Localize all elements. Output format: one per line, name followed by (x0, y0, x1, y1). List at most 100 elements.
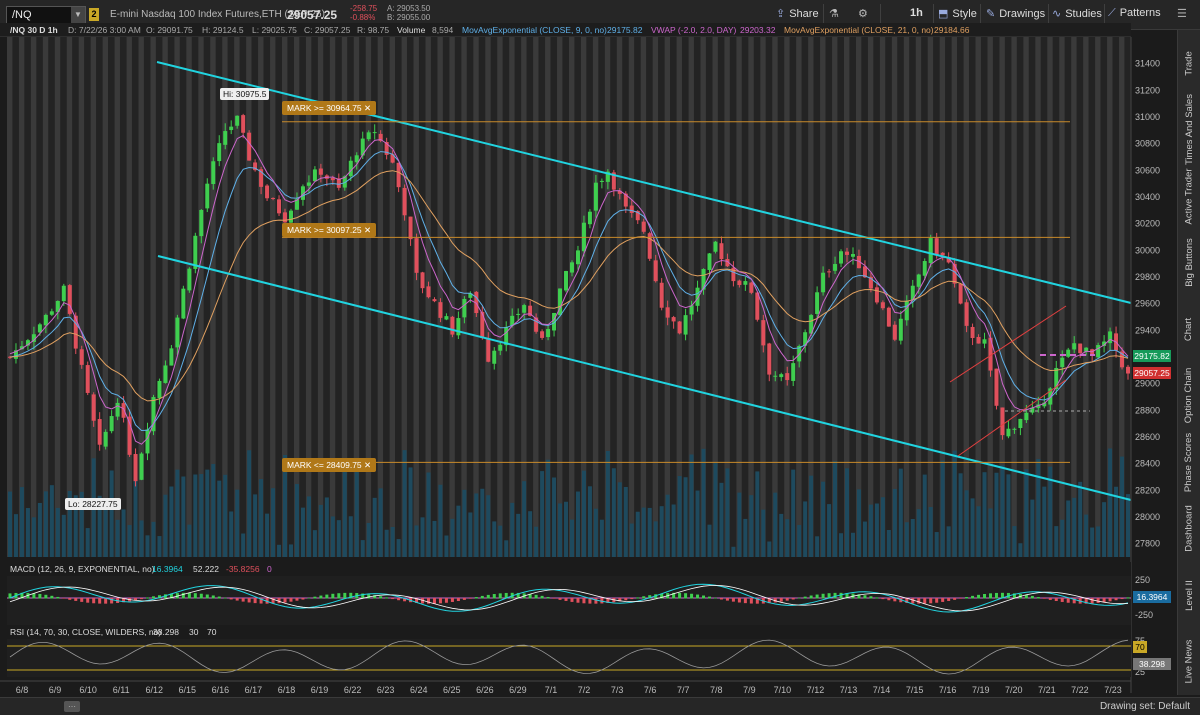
volume-bar (868, 504, 873, 557)
side-tab-active-trader[interactable]: Active Trader (1179, 163, 1199, 230)
mark-label-3[interactable]: MARK <= 28409.75 ✕ (282, 458, 377, 472)
candle-body (677, 321, 682, 334)
side-tab-label: Dashboard (1183, 505, 1195, 552)
side-tab-live-news[interactable]: Live News (1179, 629, 1199, 696)
macd-histogram-bar (140, 598, 144, 600)
candle-body (408, 216, 413, 240)
macd-tag: 16.3964 (1133, 591, 1171, 603)
volume-bar (779, 513, 784, 557)
session-band (413, 37, 419, 557)
volume-bar (898, 468, 903, 557)
mark-label-1[interactable]: MARK >= 30964.75 ✕ (282, 101, 377, 115)
session-band (521, 37, 527, 557)
close-icon[interactable]: ✕ (364, 225, 371, 235)
chart-area[interactable]: 31400 31200 31000 30800 30600 30400 30200 30000… (0, 37, 1177, 693)
candle-body (79, 349, 84, 365)
side-tab-level-ii[interactable]: Level II (1179, 562, 1199, 629)
symbol-input[interactable]: /NQ ▼ (6, 6, 86, 24)
macd-histogram-bar (62, 598, 66, 599)
drawings-menu[interactable]: ✎ Drawings (986, 7, 1045, 20)
candle-body (743, 281, 748, 285)
candle-body (462, 298, 467, 318)
candle-body (839, 251, 844, 264)
candle-body (892, 324, 897, 340)
change-absolute: -258.75 (350, 4, 378, 13)
side-tab-label: Trade (1183, 51, 1195, 76)
volume-bar (223, 474, 228, 557)
mark-label-2[interactable]: MARK >= 30097.25 ✕ (282, 223, 377, 237)
settings-button[interactable]: ⚙ (858, 7, 868, 20)
macd-histogram-bar (552, 598, 556, 599)
patterns-label: Patterns (1119, 7, 1161, 19)
volume-bar (426, 472, 431, 557)
side-tab-phase-scores[interactable]: Phase Scores (1179, 429, 1199, 496)
volume-bar (145, 535, 150, 557)
date-tick-label: 6/25 (443, 685, 461, 693)
more-menu[interactable]: ☰ (1177, 7, 1187, 20)
side-tab-times-and-sales[interactable]: Times And Sales (1179, 94, 1199, 165)
candle-body (157, 380, 162, 399)
timeframe-select[interactable]: 1h (910, 7, 923, 19)
volume-bar (1054, 526, 1059, 557)
candle-body (163, 365, 168, 383)
side-panel: Trade Times And Sales Active Trader Big But… (1177, 30, 1200, 695)
volume-bar (241, 533, 246, 557)
macd-histogram-bar (977, 594, 981, 599)
session-band (1095, 37, 1101, 557)
link-group-badge[interactable]: 2 (89, 8, 99, 21)
volume-bar (1006, 474, 1011, 557)
candle-body (575, 250, 580, 265)
session-band (485, 37, 491, 557)
volume-bar (982, 472, 987, 557)
volume-bar (791, 469, 796, 557)
candle-body (713, 241, 718, 252)
volume-bar (856, 489, 861, 557)
side-tab-trade[interactable]: Trade (1179, 30, 1199, 97)
volume-bar (19, 487, 24, 557)
side-tab-big-buttons[interactable]: Big Buttons (1179, 230, 1199, 297)
volume-bar (432, 520, 437, 557)
studies-menu[interactable]: ∿ Studies (1052, 7, 1102, 20)
drawing-set[interactable]: Drawing set: Default (1100, 701, 1190, 712)
session-band (1011, 37, 1017, 557)
patterns-menu[interactable]: ⟋ Patterns (1108, 7, 1161, 20)
scroll-handle[interactable]: ⋯ (64, 701, 80, 712)
side-tab-dashboard[interactable]: Dashboard (1179, 496, 1199, 563)
macd-histogram-bar (367, 594, 371, 599)
volume-bar (785, 519, 790, 557)
volume-bar (348, 516, 353, 557)
bar-low: L: 29025.75 (252, 25, 297, 35)
chevron-down-icon[interactable]: ▼ (71, 7, 85, 23)
price-chart[interactable]: 31400 31200 31000 30800 30600 30400 30200 30000… (0, 37, 1177, 693)
close-icon[interactable]: ✕ (364, 460, 371, 470)
macd-histogram-bar (44, 594, 48, 599)
volume-bar (169, 486, 174, 557)
side-tab-option-chain[interactable]: Option Chain (1179, 363, 1199, 430)
date-tick-label: 6/10 (79, 685, 97, 693)
volume-bar (133, 477, 138, 557)
side-tab-label: Big Buttons (1183, 238, 1195, 288)
macd-histogram-bar (564, 598, 568, 601)
side-tab-chart[interactable]: Chart (1179, 296, 1199, 363)
volume-bar (1030, 499, 1035, 557)
candle-body (354, 155, 359, 163)
macd-histogram-bar (1048, 598, 1052, 600)
candle-body (653, 260, 658, 282)
close-icon[interactable]: ✕ (364, 103, 371, 113)
share-button[interactable]: ⇪ Share (776, 7, 819, 20)
macd-histogram-bar (965, 596, 969, 599)
candle-body (821, 272, 826, 293)
style-menu[interactable]: ⬒ Style (938, 7, 977, 20)
candle-body (426, 286, 431, 298)
volume-bar (1012, 526, 1017, 557)
volume-bar (940, 460, 945, 557)
volume-bar (456, 505, 461, 557)
volume-bar (904, 522, 909, 557)
volume-bar (1096, 526, 1101, 557)
quote-button[interactable]: ⚗ (829, 7, 839, 20)
volume-bar (719, 482, 724, 557)
candle-body (629, 205, 634, 213)
macd-histogram-bar (385, 597, 389, 599)
volume-bar (1024, 469, 1029, 557)
session-band (628, 37, 635, 557)
